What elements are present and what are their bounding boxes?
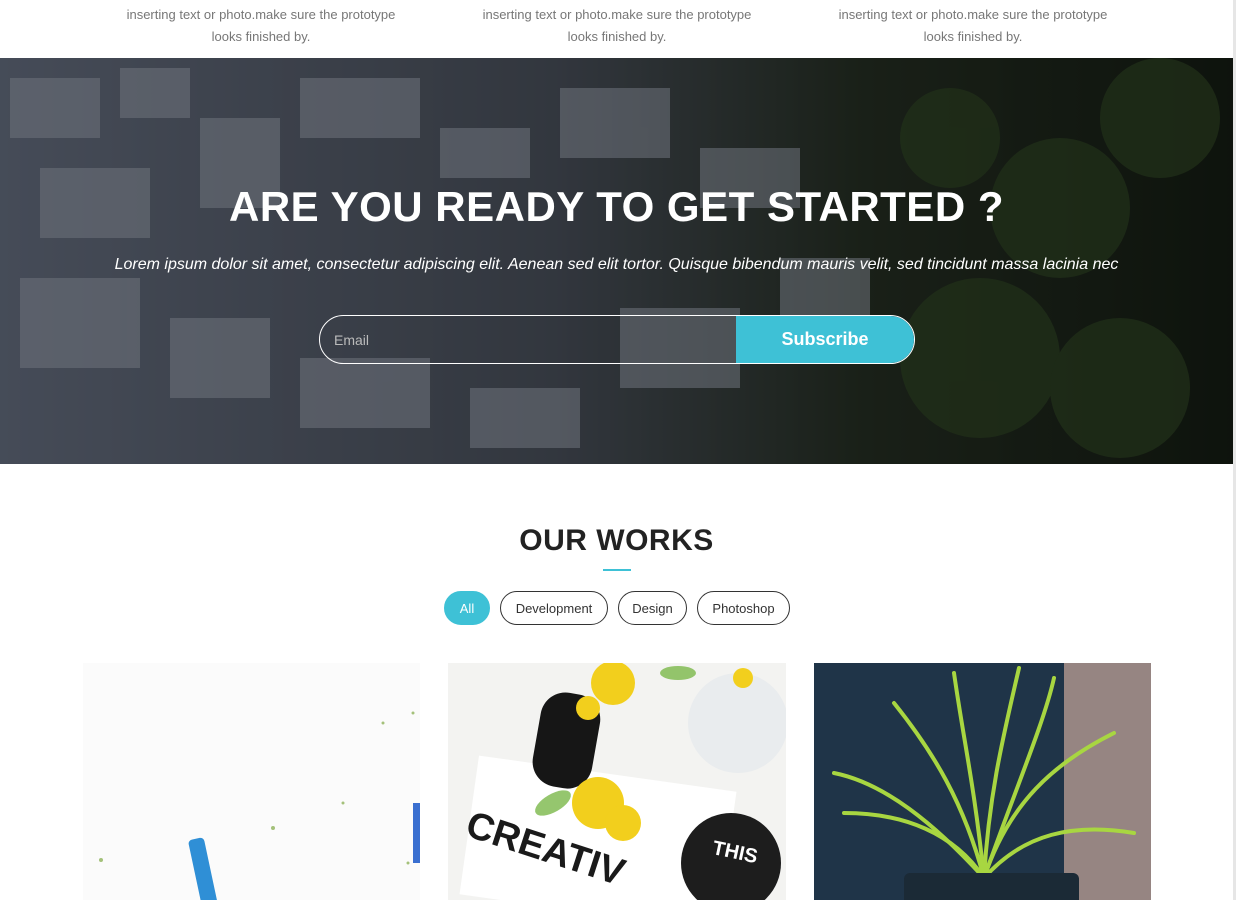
work-item-desk[interactable] bbox=[83, 663, 420, 900]
works-title: OUR WORKS bbox=[519, 524, 714, 557]
features-row: inserting text or photo.make sure the pr… bbox=[0, 0, 1233, 58]
filter-design[interactable]: Design bbox=[618, 591, 687, 625]
email-input[interactable] bbox=[320, 316, 737, 363]
subscribe-form: Subscribe bbox=[319, 315, 915, 364]
filter-all[interactable]: All bbox=[444, 591, 490, 625]
filter-photoshop[interactable]: Photoshop bbox=[697, 591, 790, 625]
filter-development[interactable]: Development bbox=[500, 591, 608, 625]
cta-title: ARE YOU READY TO GET STARTED ? bbox=[229, 183, 1004, 230]
feature-text: inserting text or photo.make sure the pr… bbox=[838, 7, 1108, 44]
works-filters: All Development Design Photoshop bbox=[0, 591, 1233, 626]
desk-pencil-image bbox=[83, 663, 420, 900]
potted-grass-image bbox=[814, 663, 1151, 900]
creative-mess-image: CREATIV THIS bbox=[448, 663, 786, 900]
title-underline bbox=[603, 569, 631, 571]
work-item-creative[interactable]: CREATIV THIS bbox=[448, 663, 786, 900]
feature-text: inserting text or photo.make sure the pr… bbox=[482, 7, 752, 44]
cta-subtitle: Lorem ipsum dolor sit amet, consectetur … bbox=[114, 256, 1119, 273]
work-item-plant[interactable] bbox=[814, 663, 1151, 900]
feature-text: inserting text or photo.make sure the pr… bbox=[126, 7, 396, 44]
subscribe-button[interactable]: Subscribe bbox=[736, 316, 914, 363]
cta-section: ARE YOU READY TO GET STARTED ? Lorem ips… bbox=[0, 58, 1233, 464]
